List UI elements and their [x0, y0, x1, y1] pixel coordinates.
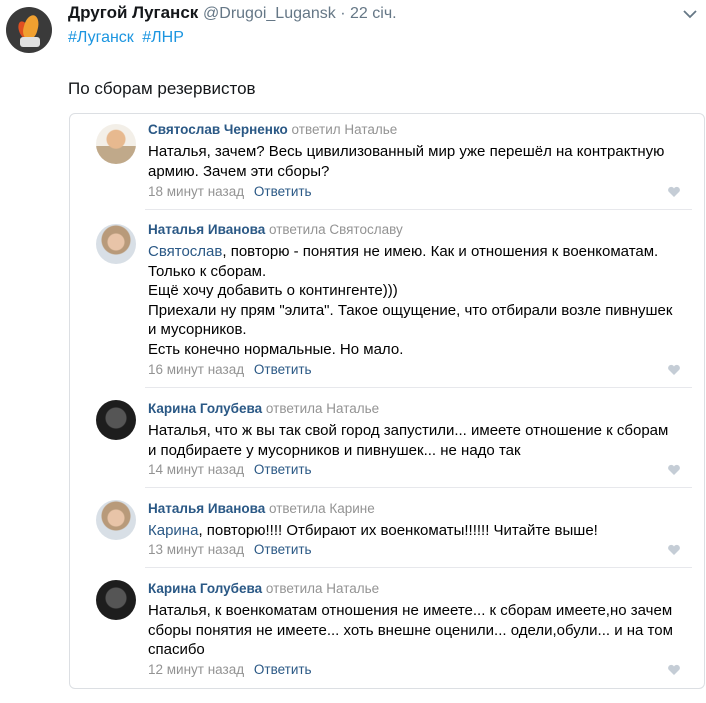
comment-line: Ещё хочу добавить о контингенте)))	[148, 282, 398, 300]
comment-text: Наталья, что ж вы так свой город запусти…	[148, 421, 688, 460]
author-avatar[interactable]	[6, 7, 52, 53]
comment-meta: 18 минут назад Ответить	[148, 184, 312, 199]
comment-header: Наталья Иванова ответила Святославу	[148, 222, 403, 237]
comment-action: ответила Наталье	[265, 401, 380, 416]
comment-action: ответила Карине	[269, 501, 375, 516]
comment-author: Карина Голубева	[148, 401, 263, 416]
comment-header: Карина Голубева ответила Наталье	[148, 581, 379, 596]
divider	[145, 209, 692, 210]
comment-time: 13 минут назад	[148, 542, 245, 557]
comment-text: Карина, повторю!!!! Отбирают их военкома…	[148, 521, 688, 541]
comment-action: ответила Наталье	[265, 581, 380, 596]
mention-link: Карина	[148, 522, 199, 539]
comment-author: Наталья Иванова	[148, 222, 266, 237]
comment-line: Карина, повторю!!!! Отбирают их военкома…	[148, 521, 688, 541]
reply-button: Ответить	[253, 662, 312, 677]
comment-header: Карина Голубева ответила Наталье	[148, 401, 379, 416]
comment-line-rest: , повторю!!!! Отбирают их военкоматы!!!!…	[198, 522, 598, 539]
comment-line: и мусорников.	[148, 321, 247, 339]
comment-line: Есть конечно нормальные. Но мало.	[148, 340, 404, 358]
comment-author: Наталья Иванова	[148, 501, 266, 516]
comment-time: 12 минут назад	[148, 662, 245, 677]
like-heart-icon	[668, 664, 680, 675]
comment-meta: 13 минут назад Ответить	[148, 542, 312, 557]
comment-line: Приехали ну прям "элита". Такое ощущение…	[148, 301, 673, 319]
like-heart-icon	[668, 464, 680, 475]
hashtags: #Луганск #ЛНР	[68, 29, 188, 47]
comment-author: Карина Голубева	[148, 581, 263, 596]
comment-line: Наталья, что ж вы так свой город запусти…	[148, 422, 669, 439]
reply-button: Ответить	[253, 184, 312, 199]
vk-comments-screenshot[interactable]: Святослав Черненко ответил Наталье Натал…	[69, 113, 705, 689]
divider	[145, 487, 692, 488]
comment-meta: 16 минут назад Ответить	[148, 362, 312, 377]
comment-line: Святослав, повторю - понятия не имею. Ка…	[148, 242, 688, 262]
reply-button: Ответить	[253, 462, 312, 477]
reply-button: Ответить	[253, 542, 312, 557]
comment-time: 18 минут назад	[148, 184, 245, 199]
comment-line: Наталья, зачем? Весь цивилизованный мир …	[148, 143, 665, 160]
comment-meta: 14 минут назад Ответить	[148, 462, 312, 477]
author-line: Другой Луганск @Drugoi_Lugansk · 22 січ.	[68, 3, 397, 23]
comment-header: Наталья Иванова ответила Карине	[148, 501, 375, 516]
comment-line: спасибо	[148, 641, 205, 659]
comment-line: армию. Зачем эти сборы?	[148, 162, 330, 180]
like-heart-icon	[668, 544, 680, 555]
comment-line-rest: , повторю - понятия не имею. Как и отнош…	[222, 243, 659, 260]
author-display-name[interactable]: Другой Луганск	[68, 3, 198, 22]
comment-line: Наталья, к военкоматам отношения не имее…	[148, 602, 673, 619]
divider	[145, 567, 692, 568]
comment-time: 16 минут назад	[148, 362, 245, 377]
hashtag-lugansk[interactable]: #Луганск	[68, 29, 134, 46]
avatar	[96, 124, 136, 164]
comment-line: Только к сборам.	[148, 262, 267, 280]
author-handle-and-date[interactable]: @Drugoi_Lugansk · 22 січ.	[203, 5, 397, 22]
avatar	[96, 580, 136, 620]
comment-action: ответила Святославу	[269, 222, 403, 237]
comment-line: сборы понятия не имеете... хоть внешне о…	[148, 621, 673, 639]
comment-time: 14 минут назад	[148, 462, 245, 477]
comment-line: и подбираете у мусорников и пивнушек... …	[148, 441, 521, 459]
tweet-header: Другой Луганск @Drugoi_Lugansk · 22 січ.…	[0, 0, 706, 70]
like-heart-icon	[668, 186, 680, 197]
chevron-down-icon[interactable]	[682, 8, 698, 20]
comment-meta: 12 минут назад Ответить	[148, 662, 312, 677]
avatar	[96, 500, 136, 540]
comment-action: ответил Наталье	[291, 122, 398, 137]
divider	[145, 387, 692, 388]
comment-text: Святослав, повторю - понятия не имею. Ка…	[148, 242, 688, 360]
tweet-text: По сборам резервистов	[68, 79, 256, 98]
hashtag-lnr[interactable]: #ЛНР	[142, 29, 184, 46]
comment-text: Наталья, зачем? Весь цивилизованный мир …	[148, 142, 688, 181]
like-heart-icon	[668, 364, 680, 375]
comment-text: Наталья, к военкоматам отношения не имее…	[148, 601, 688, 660]
avatar	[96, 224, 136, 264]
comment-header: Святослав Черненко ответил Наталье	[148, 122, 397, 137]
mention-link: Святослав	[148, 243, 223, 260]
reply-button: Ответить	[253, 362, 312, 377]
comment-author: Святослав Черненко	[148, 122, 288, 137]
avatar	[96, 400, 136, 440]
